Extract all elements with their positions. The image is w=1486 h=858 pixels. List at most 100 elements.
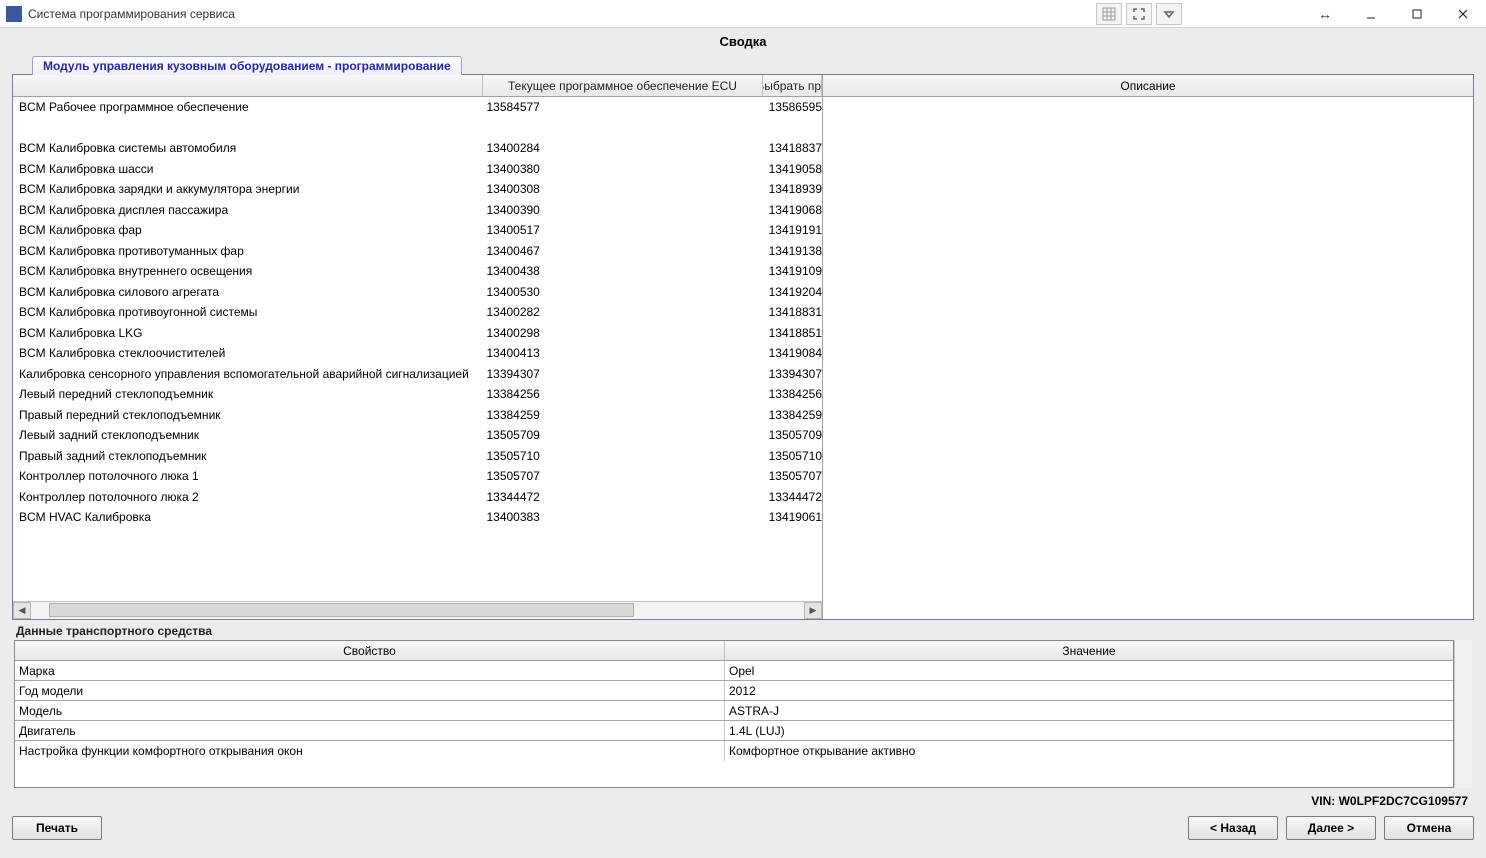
row-select-value: 13344472	[644, 490, 822, 504]
row-select-value: 13505710	[644, 449, 822, 463]
resize-horizontal-icon[interactable]: ↔	[1302, 0, 1348, 28]
minimize-button[interactable]	[1348, 0, 1394, 28]
row-current-value: 13400284	[480, 141, 643, 155]
scroll-thumb[interactable]	[49, 603, 634, 617]
table-row[interactable]: Контроллер потолочного люка 113505707135…	[13, 466, 822, 487]
table-row[interactable]: BCM Калибровка силового агрегата13400530…	[13, 282, 822, 303]
print-button[interactable]: Печать	[12, 816, 102, 840]
toolbar-buttons	[1096, 3, 1182, 25]
vehicle-data-grid: Свойство Значение МаркаOpelГод модели201…	[14, 640, 1454, 788]
row-current-value: 13344472	[480, 490, 643, 504]
table-row[interactable]: BCM Калибровка внутреннего освещения1340…	[13, 261, 822, 282]
row-select-value: 13418851	[644, 326, 822, 340]
table-row[interactable]: BCM Калибровка противотуманных фар134004…	[13, 241, 822, 262]
table-row[interactable]: BCM Калибровка дисплея пассажира13400390…	[13, 200, 822, 221]
column-header-select[interactable]: Выбрать про	[763, 75, 822, 96]
row-name: BCM Калибровка системы автомобиля	[13, 141, 480, 155]
row-select-value: 13418837	[644, 141, 822, 155]
window-title: Система программирования сервиса	[28, 7, 235, 21]
table-row[interactable]: BCM Калибровка шасси1340038013419058	[13, 159, 822, 180]
vehicle-grid-footer	[15, 761, 1453, 787]
row-select-value: 13505707	[644, 469, 822, 483]
row-current-value: 13400438	[480, 264, 643, 278]
vehicle-value: Комфортное открывание активно	[725, 741, 1453, 761]
row-current-value: 13400282	[480, 305, 643, 319]
vehicle-data-title: Данные транспортного средства	[14, 624, 1472, 640]
dropdown-tool-button[interactable]	[1156, 3, 1182, 25]
vehicle-property: Двигатель	[15, 721, 725, 740]
row-name: BCM Калибровка зарядки и аккумулятора эн…	[13, 182, 480, 196]
vehicle-value: 1.4L (LUJ)	[725, 721, 1453, 740]
column-header-blank[interactable]	[13, 75, 483, 96]
scroll-left-button[interactable]: ◀	[13, 602, 31, 619]
grid-tool-button[interactable]	[1096, 3, 1122, 25]
scroll-right-button[interactable]: ▶	[804, 602, 822, 619]
row-select-value: 13419084	[644, 346, 822, 360]
row-name: Контроллер потолочного люка 2	[13, 490, 480, 504]
description-panel: Описание	[823, 75, 1473, 619]
vehicle-value: ASTRA-J	[725, 701, 1453, 720]
description-body	[823, 97, 1473, 619]
row-current-value: 13394307	[480, 367, 643, 381]
maximize-button[interactable]	[1394, 0, 1440, 28]
row-current-value: 13400308	[480, 182, 643, 196]
row-current-value: 13400298	[480, 326, 643, 340]
column-header-description[interactable]: Описание	[823, 75, 1473, 97]
close-button[interactable]	[1440, 0, 1486, 28]
vehicle-row[interactable]: Настройка функции комфортного открывания…	[15, 741, 1453, 761]
back-button[interactable]: < Назад	[1188, 816, 1278, 840]
table-row[interactable]: BCM Калибровка системы автомобиля1340028…	[13, 138, 822, 159]
column-header-current-ecu[interactable]: Текущее программное обеспечение ECU	[483, 75, 763, 96]
vehicle-row[interactable]: МаркаOpel	[15, 661, 1453, 681]
window-controls: ↔	[1302, 0, 1486, 28]
row-current-value: 13400380	[480, 162, 643, 176]
row-name: BCM Калибровка противоугонной системы	[13, 305, 480, 319]
vehicle-row[interactable]: МодельASTRA-J	[15, 701, 1453, 721]
table-row[interactable]: Левый задний стеклоподъемник135057091350…	[13, 425, 822, 446]
row-name: Левый передний стеклоподъемник	[13, 387, 480, 401]
row-name: Правый задний стеклоподъемник	[13, 449, 480, 463]
spacer-row	[13, 118, 822, 139]
horizontal-scrollbar[interactable]: ◀ ▶	[13, 601, 822, 619]
vehicle-row[interactable]: Двигатель1.4L (LUJ)	[15, 721, 1453, 741]
tab-panel: Текущее программное обеспечение ECU Выбр…	[12, 74, 1474, 620]
row-select-value: 13394307	[644, 367, 822, 381]
vehicle-property: Настройка функции комфортного открывания…	[15, 741, 725, 761]
table-row[interactable]: Левый передний стеклоподъемник1338425613…	[13, 384, 822, 405]
vehicle-header-value[interactable]: Значение	[725, 641, 1453, 660]
scroll-track[interactable]	[31, 602, 804, 619]
vehicle-header-property[interactable]: Свойство	[15, 641, 725, 660]
table-row[interactable]: BCM HVAC Калибровка1340038313419061	[13, 507, 822, 528]
row-select-value: 13419068	[644, 203, 822, 217]
row-current-value: 13384259	[480, 408, 643, 422]
table-row[interactable]: BCM Калибровка стеклоочистителей13400413…	[13, 343, 822, 364]
row-select-value: 13418939	[644, 182, 822, 196]
vehicle-value: 2012	[725, 681, 1453, 700]
page-title: Сводка	[0, 28, 1486, 55]
vehicle-row[interactable]: Год модели2012	[15, 681, 1453, 701]
row-name: BCM Калибровка дисплея пассажира	[13, 203, 480, 217]
row-name: Левый задний стеклоподъемник	[13, 428, 480, 442]
table-row[interactable]: Калибровка сенсорного управления вспомог…	[13, 364, 822, 385]
vehicle-vertical-scrollbar[interactable]	[1454, 640, 1472, 788]
vehicle-value: Opel	[725, 661, 1453, 680]
table-row[interactable]: BCM Калибровка фар1340051713419191	[13, 220, 822, 241]
table-row[interactable]: BCM Калибровка противоугонной системы134…	[13, 302, 822, 323]
row-select-value: 13418831	[644, 305, 822, 319]
table-row[interactable]: Контроллер потолочного люка 213344472133…	[13, 487, 822, 508]
row-name: BCM Калибровка внутреннего освещения	[13, 264, 480, 278]
next-button[interactable]: Далее >	[1286, 816, 1376, 840]
table-row[interactable]: BCM Калибровка LKG1340029813418851	[13, 323, 822, 344]
row-select-value: 13384259	[644, 408, 822, 422]
table-row[interactable]: Правый задний стеклоподъемник13505710135…	[13, 446, 822, 467]
table-row[interactable]: BCM Рабочее программное обеспечение13584…	[13, 97, 822, 118]
row-select-value: 13419191	[644, 223, 822, 237]
tab-bcm-programming[interactable]: Модуль управления кузовным оборудованием…	[32, 56, 462, 75]
row-current-value: 13400467	[480, 244, 643, 258]
expand-tool-button[interactable]	[1126, 3, 1152, 25]
table-row[interactable]: BCM Калибровка зарядки и аккумулятора эн…	[13, 179, 822, 200]
table-row[interactable]: Правый передний стеклоподъемник133842591…	[13, 405, 822, 426]
row-name: Правый передний стеклоподъемник	[13, 408, 480, 422]
row-select-value: 13419058	[644, 162, 822, 176]
cancel-button[interactable]: Отмена	[1384, 816, 1474, 840]
